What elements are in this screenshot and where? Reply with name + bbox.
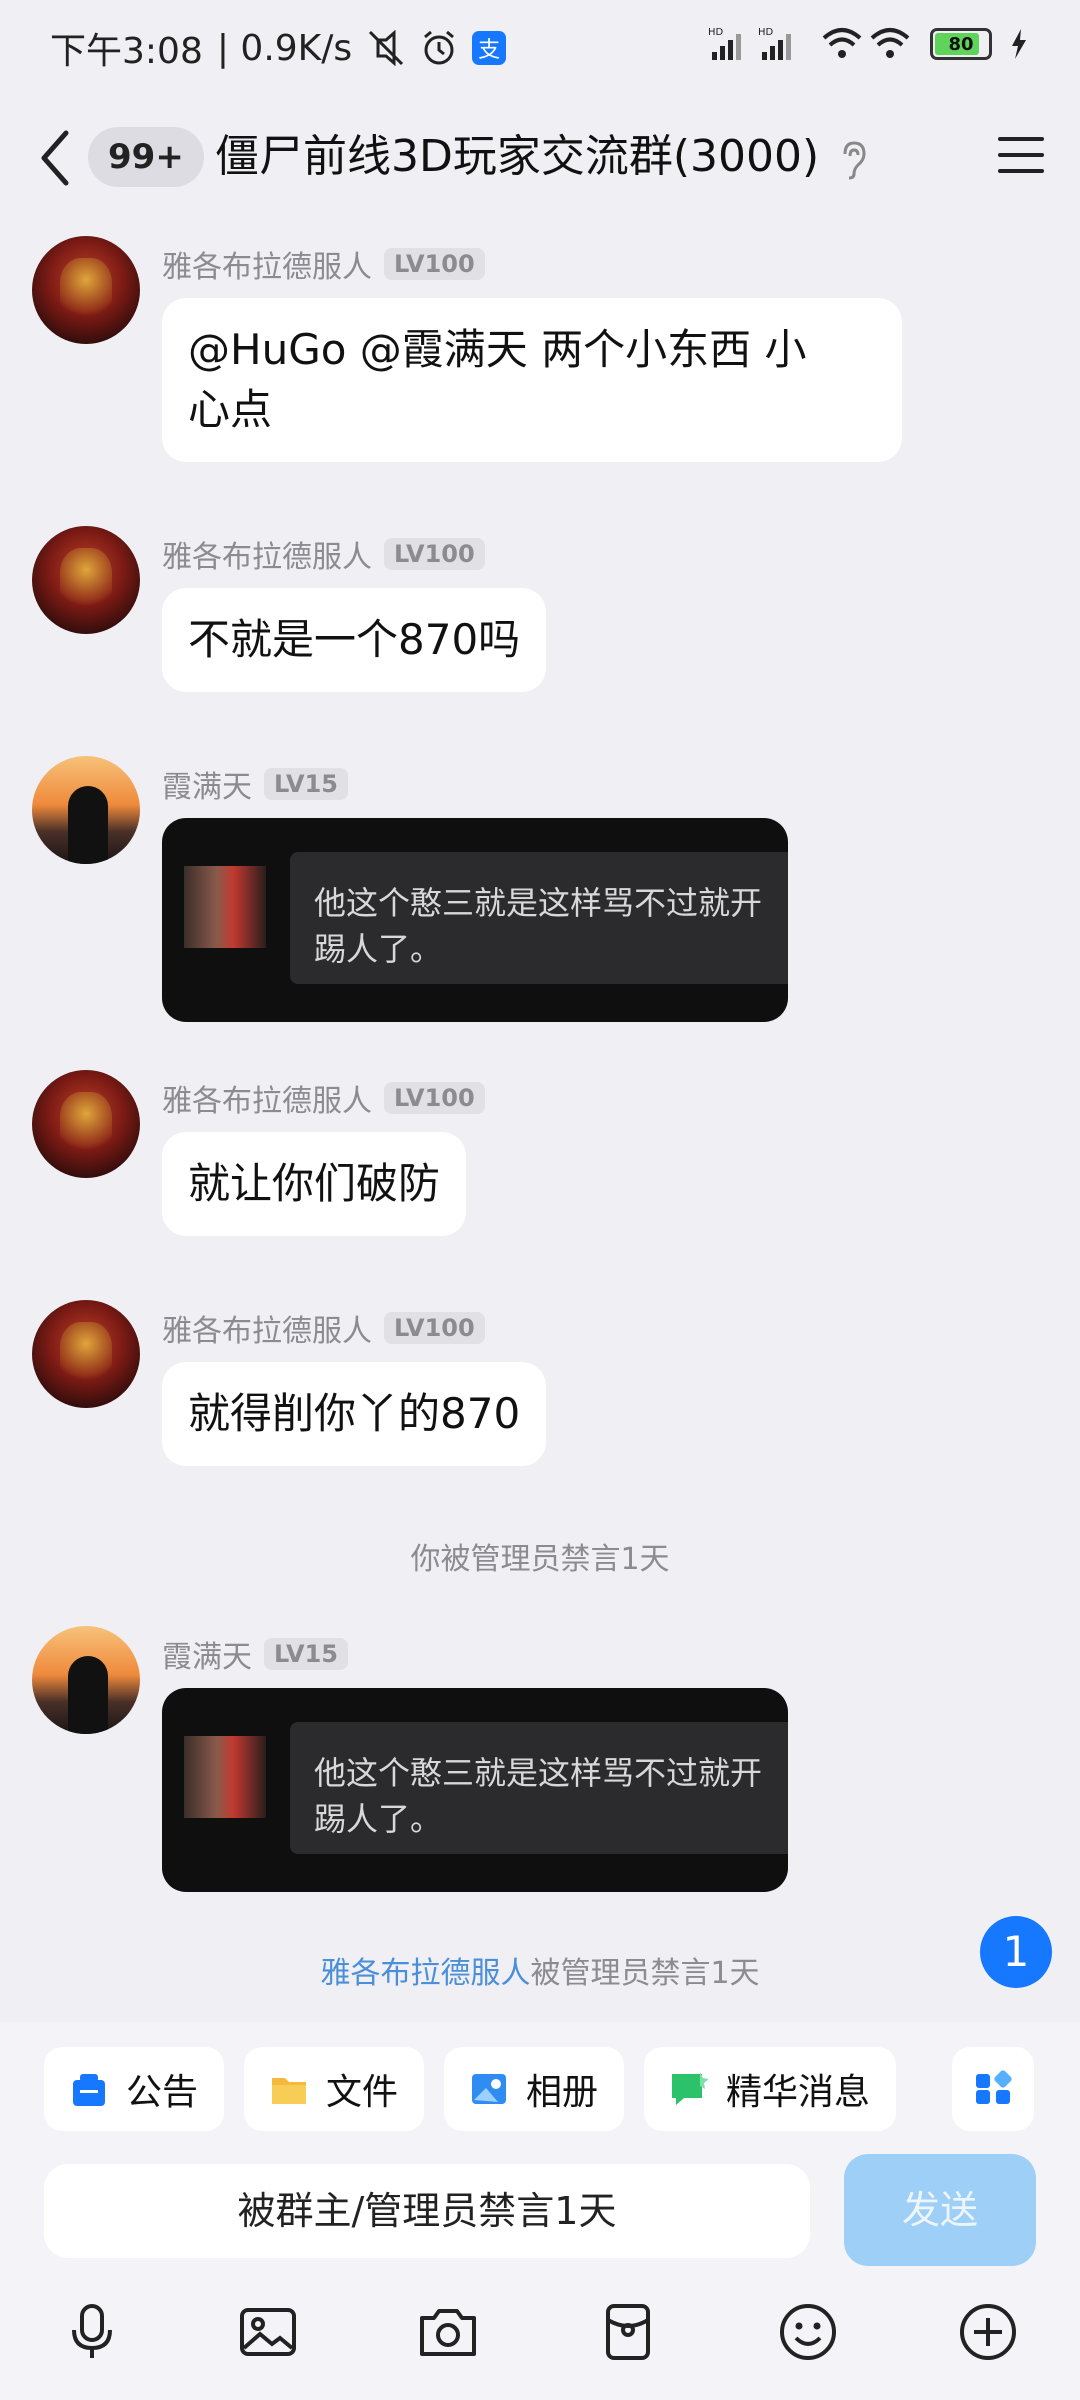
send-button[interactable]: 发送 [844,2154,1036,2266]
sender-name[interactable]: 雅各布拉德服人 [162,1076,372,1120]
album-label: 相册 [526,2072,599,2113]
svg-text:HD: HD [708,27,724,38]
avatar[interactable] [32,1070,140,1178]
mute-icon [369,30,404,66]
alipay-icon: 支 [472,31,507,65]
message-bubble[interactable]: 就让你们破防 [162,1132,467,1236]
sender-name[interactable]: 雅各布拉德服人 [162,242,372,286]
network-speed: | 0.9K/s [216,27,353,69]
video-card[interactable]: 他这个憨三就是这样骂不过就开 踢人了。 [162,818,788,1022]
level-badge: LV100 [384,1312,485,1344]
level-badge: LV100 [384,1082,485,1114]
microphone-icon[interactable] [60,2300,124,2364]
sender-line: 霞满天 LV15 [162,762,348,806]
sender-line: 雅各布拉德服人 LV100 [162,1306,485,1350]
apps-button[interactable] [952,2047,1034,2131]
mute-notice-suffix: 被管理员禁言1天 [530,1956,760,1991]
album-icon [472,2074,506,2104]
status-right: HD HD 80 [708,26,1028,62]
highlights-button[interactable]: 精华消息 [644,2047,897,2131]
chat-header: 99+ 僵尸前线3D玩家交流群(3000) [0,95,1080,220]
message-input[interactable]: 被群主/管理员禁言1天 [44,2164,810,2258]
folder-icon [272,2078,306,2104]
status-time: 下午3:08 [50,31,203,72]
status-left: 下午3:08 | 0.9K/s 支 [50,22,507,74]
card-thumbnail [184,1736,266,1818]
group-title[interactable]: 僵尸前线3D玩家交流群(3000) [215,125,819,189]
emoji-icon[interactable] [776,2300,840,2364]
red-packet-icon[interactable] [596,2300,660,2364]
level-badge: LV15 [264,1638,348,1670]
avatar[interactable] [32,236,140,344]
muted-user-link[interactable]: 雅各布拉德服人 [320,1956,530,1991]
new-message-badge[interactable]: 1 [980,1916,1052,1988]
video-card[interactable]: 他这个憨三就是这样骂不过就开 踢人了。 [162,1688,788,1892]
alarm-icon [424,30,455,65]
image-icon[interactable] [236,2300,300,2364]
card-thumbnail [184,866,266,948]
album-button[interactable]: 相册 [444,2047,625,2131]
sender-line: 雅各布拉德服人 LV100 [162,532,485,576]
avatar[interactable] [32,1300,140,1408]
menu-icon[interactable] [996,133,1046,177]
apps-grid-icon [976,2070,1012,2104]
unread-count-badge[interactable]: 99+ [88,127,204,187]
message-bubble[interactable]: 不就是一个870吗 [162,588,547,692]
charging-icon [1012,29,1026,59]
sender-line: 雅各布拉德服人 LV100 [162,1076,485,1120]
message-bubble[interactable]: 就得削你丫的870 [162,1362,547,1466]
ear-icon[interactable] [838,140,868,180]
camera-icon[interactable] [416,2300,480,2364]
card-text-box: 他这个憨三就是这样骂不过就开 踢人了。 [290,1722,788,1854]
battery-percent: 80 [948,33,974,55]
message-bubble[interactable]: @HuGo @霞满天 两个小东西 小 心点 [162,298,902,462]
system-notice: 雅各布拉德服人被管理员禁言1天 [0,1948,1080,1992]
hd-signal-icon: HD HD [708,27,791,60]
level-badge: LV100 [384,248,485,280]
wifi-icon [822,28,910,58]
sender-name[interactable]: 霞满天 [162,1632,252,1676]
sender-line: 雅各布拉德服人 LV100 [162,242,485,286]
sender-name[interactable]: 霞满天 [162,762,252,806]
avatar[interactable] [32,526,140,634]
announcement-icon [73,2074,105,2106]
level-badge: LV15 [264,768,348,800]
files-label: 文件 [326,2072,399,2113]
announcement-label: 公告 [126,2072,199,2113]
svg-text:HD: HD [758,27,774,38]
card-text: 他这个憨三就是这样骂不过就开 踢人了。 [314,1754,763,1838]
announcement-button[interactable]: 公告 [44,2047,225,2131]
card-text: 他这个憨三就是这样骂不过就开 踢人了。 [314,884,763,968]
status-bar: 下午3:08 | 0.9K/s 支 HD HD 80 [0,0,1080,95]
sender-name[interactable]: 雅各布拉德服人 [162,1306,372,1350]
avatar[interactable] [32,1626,140,1734]
back-arrow-icon[interactable] [30,123,90,193]
level-badge: LV100 [384,538,485,570]
sender-line: 霞满天 LV15 [162,1632,348,1676]
highlights-label: 精华消息 [726,2072,871,2113]
highlight-icon [672,2072,708,2105]
bottom-panel: 公告 文件 相册 精华消息 被群主/管理员禁言1天 发送 [0,2022,1080,2400]
avatar[interactable] [32,756,140,864]
files-button[interactable]: 文件 [244,2047,425,2131]
sender-name[interactable]: 雅各布拉德服人 [162,532,372,576]
plus-icon[interactable] [956,2300,1020,2364]
battery-icon: 80 [930,28,992,60]
system-notice: 你被管理员禁言1天 [410,1542,670,1577]
card-text-box: 他这个憨三就是这样骂不过就开 踢人了。 [290,852,788,984]
